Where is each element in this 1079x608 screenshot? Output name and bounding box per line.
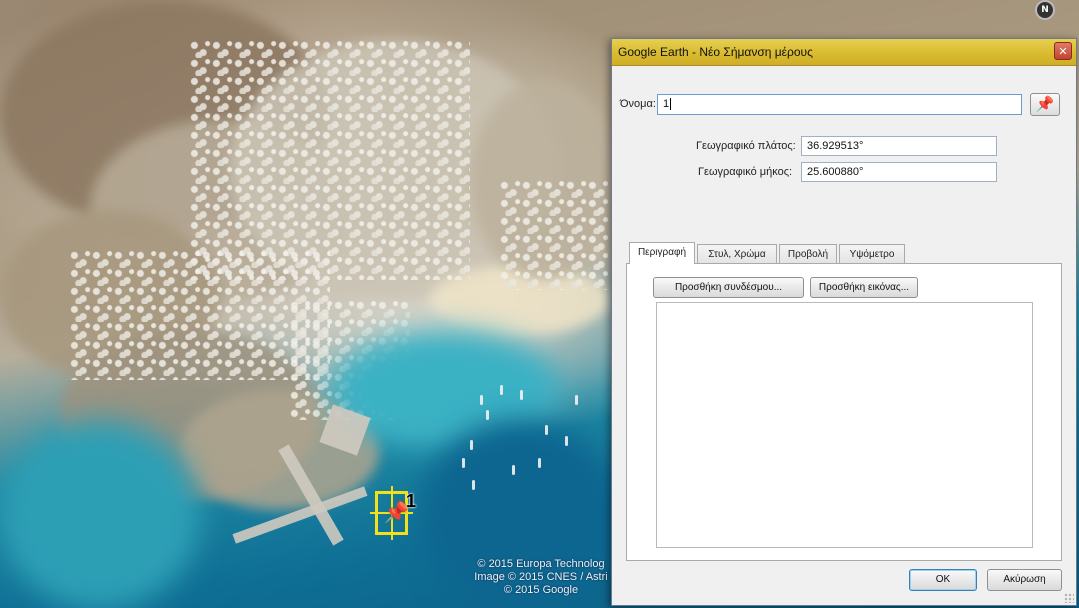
add-image-button[interactable]: Προσθήκη εικόνας... xyxy=(810,277,918,298)
name-input[interactable]: 1 xyxy=(657,94,1022,115)
dialog-title: Google Earth - Νέο Σήμανση μέρους xyxy=(618,45,813,59)
latitude-input[interactable]: 36.929513° xyxy=(801,136,997,156)
village-buildings xyxy=(500,180,610,290)
village-buildings xyxy=(190,40,470,280)
boat xyxy=(520,390,523,400)
new-placemark-dialog: Google Earth - Νέο Σήμανση μέρους ✕ Όνομ… xyxy=(611,38,1077,606)
description-textarea[interactable] xyxy=(656,302,1033,548)
boat xyxy=(538,458,541,468)
boat xyxy=(512,465,515,475)
cancel-button[interactable]: Ακύρωση xyxy=(987,569,1062,591)
close-icon[interactable]: ✕ xyxy=(1054,42,1072,60)
name-value: 1 xyxy=(663,98,670,110)
placemark-label: 1 xyxy=(406,491,417,511)
longitude-input[interactable]: 25.600880° xyxy=(801,162,997,182)
text-caret xyxy=(670,98,672,111)
shallow-water xyxy=(0,420,200,608)
description-tab-panel: Προσθήκη συνδέσμου... Προσθήκη εικόνας..… xyxy=(626,263,1062,561)
placemark-marker[interactable]: 📌 xyxy=(370,486,413,540)
copyright-line: © 2015 Google xyxy=(503,584,579,596)
tab-description[interactable]: Περιγραφή xyxy=(629,242,695,264)
copyright-line: © 2015 Europa Technolog xyxy=(477,558,605,570)
name-label: Όνομα: xyxy=(620,98,656,110)
boat xyxy=(486,410,489,420)
boat xyxy=(462,458,465,468)
latitude-label: Γεωγραφικό πλάτος: xyxy=(696,140,796,152)
boat xyxy=(545,425,548,435)
resize-grip-icon[interactable] xyxy=(1064,593,1074,603)
boat xyxy=(470,440,473,450)
add-link-button[interactable]: Προσθήκη συνδέσμου... xyxy=(653,277,804,298)
longitude-label: Γεωγραφικό μήκος: xyxy=(698,166,793,178)
north-indicator-icon[interactable]: N xyxy=(1037,2,1053,18)
boat xyxy=(565,436,568,446)
boat xyxy=(500,385,503,395)
pushpin-icon: 📌 xyxy=(1035,95,1055,113)
map-copyright: © 2015 Europa Technolog Image © 2015 CNE… xyxy=(446,558,636,597)
tab-view[interactable]: Προβολή xyxy=(779,244,837,264)
dialog-titlebar[interactable]: Google Earth - Νέο Σήμανση μέρους ✕ xyxy=(612,39,1076,66)
boat xyxy=(480,395,483,405)
tab-style-color[interactable]: Στυλ, Χρώμα xyxy=(697,244,777,264)
tab-altitude[interactable]: Υψόμετρο xyxy=(839,244,905,264)
boat xyxy=(472,480,475,490)
ok-button[interactable]: OK xyxy=(909,569,977,591)
pushpin-style-button[interactable]: 📌 xyxy=(1030,93,1060,116)
copyright-line: Image © 2015 CNES / Astri xyxy=(474,571,608,583)
boat xyxy=(575,395,578,405)
